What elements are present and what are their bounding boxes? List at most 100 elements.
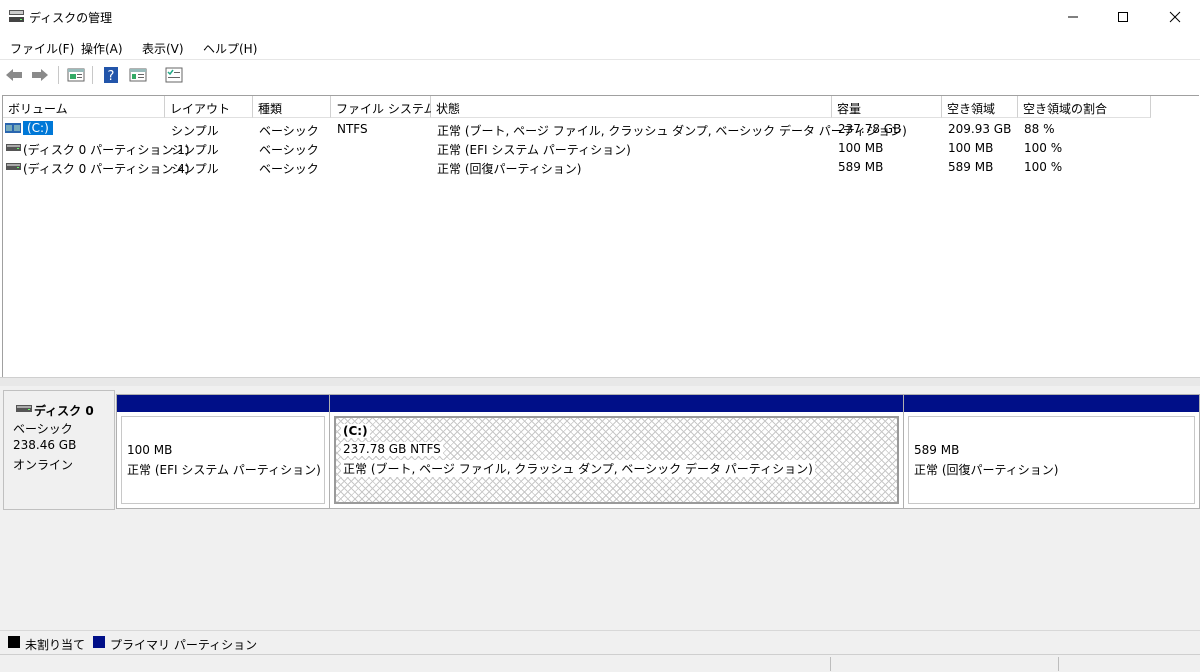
cell-status: 正常 (EFI システム パーティション) — [437, 143, 631, 157]
partition-size: 237.78 GB NTFS — [341, 442, 443, 456]
cell-layout: シンプル — [171, 124, 219, 138]
legend-swatch-unallocated — [8, 636, 20, 648]
column-header-free-percent[interactable]: 空き領域の割合 — [1018, 96, 1151, 118]
minimize-button[interactable] — [1050, 0, 1096, 33]
volume-name: (ディスク 0 パーティション 1) — [23, 143, 190, 157]
partition-bar — [330, 395, 903, 412]
cell-layout: シンプル — [171, 162, 219, 176]
partition-status: 正常 (EFI システム パーティション) — [127, 463, 321, 477]
help-button[interactable]: ? — [101, 65, 121, 85]
cell-capacity: 589 MB — [838, 160, 884, 174]
minimize-icon — [1068, 16, 1078, 17]
column-header-label: 容量 — [837, 102, 862, 116]
partition-efi[interactable]: 100 MB 正常 (EFI システム パーティション) — [116, 394, 330, 509]
partition-body: (C:) 237.78 GB NTFS 正常 (ブート, ページ ファイル, ク… — [334, 416, 899, 504]
toolbar: ? — [0, 62, 1200, 88]
volume-name: (ディスク 0 パーティション 4) — [23, 162, 190, 176]
column-header-filesystem[interactable]: ファイル システム — [331, 96, 435, 118]
legend-swatch-primary — [93, 636, 105, 648]
column-header-capacity[interactable]: 容量 — [832, 96, 942, 118]
window-title: ディスクの管理 — [29, 11, 113, 25]
column-header-label: ファイル システム — [336, 102, 436, 116]
legend-label-unallocated: 未割り当て — [25, 638, 86, 652]
status-bar — [0, 654, 1200, 672]
volume-icon — [5, 123, 21, 133]
partition-status: 正常 (ブート, ページ ファイル, クラッシュ ダンプ, ベーシック データ … — [341, 460, 815, 477]
column-header-status[interactable]: 状態 — [431, 96, 832, 118]
disk-type: ベーシック — [13, 422, 73, 436]
partition-size: 589 MB — [914, 443, 960, 457]
cell-status: 正常 (ブート, ページ ファイル, クラッシュ ダンプ, ベーシック データ … — [437, 124, 907, 138]
svg-text:?: ? — [108, 69, 115, 84]
column-header-label: 空き領域の割合 — [1023, 102, 1108, 116]
partition-c[interactable]: (C:) 237.78 GB NTFS 正常 (ブート, ページ ファイル, ク… — [329, 394, 904, 509]
menu-bar: ファイル(F) 操作(A) 表示(V) ヘルプ(H) — [0, 37, 1200, 57]
legend-label-primary: プライマリ パーティション — [110, 638, 258, 652]
forward-button[interactable] — [30, 65, 50, 85]
back-icon — [6, 69, 22, 81]
partition-icon — [6, 144, 21, 151]
partition-status: 正常 (回復パーティション) — [914, 463, 1059, 477]
disk-icon — [16, 405, 32, 412]
back-button[interactable] — [4, 65, 24, 85]
column-header-type[interactable]: 種類 — [253, 96, 331, 118]
disk-size: 238.46 GB — [13, 438, 77, 452]
table-row[interactable]: (ディスク 0 パーティション 1) シンプル ベーシック 正常 (EFI シス… — [3, 139, 1153, 158]
volume-name: (C:) — [22, 120, 54, 136]
column-header-label: 状態 — [436, 102, 461, 116]
help-icon: ? — [104, 67, 118, 84]
disk-name: ディスク 0 — [34, 404, 94, 418]
settings-button[interactable] — [164, 65, 184, 85]
cell-free-percent: 100 % — [1024, 141, 1063, 155]
cell-free-space: 589 MB — [948, 160, 994, 174]
cell-type: ベーシック — [259, 162, 319, 176]
maximize-button[interactable] — [1100, 0, 1146, 33]
disk-list-icon — [67, 68, 85, 82]
cell-capacity: 237.78 GB — [838, 122, 902, 136]
menu-file[interactable]: ファイル(F) — [10, 40, 74, 57]
partition-icon — [6, 163, 21, 170]
legend: 未割り当て プライマリ パーティション — [0, 630, 1200, 655]
cell-capacity: 100 MB — [838, 141, 884, 155]
column-header-label: 種類 — [258, 102, 283, 116]
table-row[interactable]: (C:) シンプル ベーシック NTFS 正常 (ブート, ページ ファイル, … — [3, 120, 1153, 139]
close-button[interactable] — [1152, 0, 1198, 33]
column-header-label: 空き領域 — [947, 102, 996, 116]
settings-icon — [165, 67, 183, 83]
partition-size: 100 MB — [127, 443, 173, 457]
toolbar-separator — [58, 66, 59, 84]
disk-list-button[interactable] — [66, 65, 86, 85]
partition-bar — [117, 395, 329, 412]
menu-separator — [0, 59, 1200, 60]
toolbar-separator — [92, 66, 93, 84]
column-header-label: レイアウト — [170, 102, 231, 116]
close-icon — [1169, 11, 1181, 22]
disk-info-panel[interactable]: ディスク 0 ベーシック 238.46 GB オンライン — [3, 390, 115, 510]
column-header-volume[interactable]: ボリューム — [3, 96, 165, 118]
volume-list: ボリューム レイアウト 種類 ファイル システム 状態 容量 空き領域 空き領域… — [2, 95, 1199, 378]
column-header-free-space[interactable]: 空き領域 — [942, 96, 1018, 118]
cell-layout: シンプル — [171, 143, 219, 157]
maximize-icon — [1118, 11, 1128, 22]
cell-free-percent: 88 % — [1024, 122, 1055, 136]
menu-help[interactable]: ヘルプ(H) — [203, 40, 257, 57]
partition-title: (C:) — [341, 424, 370, 438]
cell-type: ベーシック — [259, 143, 319, 157]
cell-type: ベーシック — [259, 124, 319, 138]
cell-filesystem: NTFS — [337, 122, 368, 136]
properties-button[interactable] — [128, 65, 148, 85]
partition-recovery[interactable]: 589 MB 正常 (回復パーティション) — [903, 394, 1200, 509]
title-bar: ディスクの管理 — [0, 0, 1200, 33]
status-divider — [1058, 657, 1059, 671]
partition-body: 100 MB 正常 (EFI システム パーティション) — [121, 416, 325, 504]
menu-action[interactable]: 操作(A) — [81, 40, 123, 57]
table-row[interactable]: (ディスク 0 パーティション 4) シンプル ベーシック 正常 (回復パーティ… — [3, 158, 1153, 177]
properties-icon — [129, 68, 147, 82]
disk-management-icon — [9, 10, 24, 22]
partition-body: 589 MB 正常 (回復パーティション) — [908, 416, 1195, 504]
cell-status: 正常 (回復パーティション) — [437, 162, 582, 176]
cell-free-space: 209.93 GB — [948, 122, 1012, 136]
menu-view[interactable]: 表示(V) — [142, 40, 184, 57]
column-header-layout[interactable]: レイアウト — [165, 96, 253, 118]
cell-free-percent: 100 % — [1024, 160, 1063, 174]
